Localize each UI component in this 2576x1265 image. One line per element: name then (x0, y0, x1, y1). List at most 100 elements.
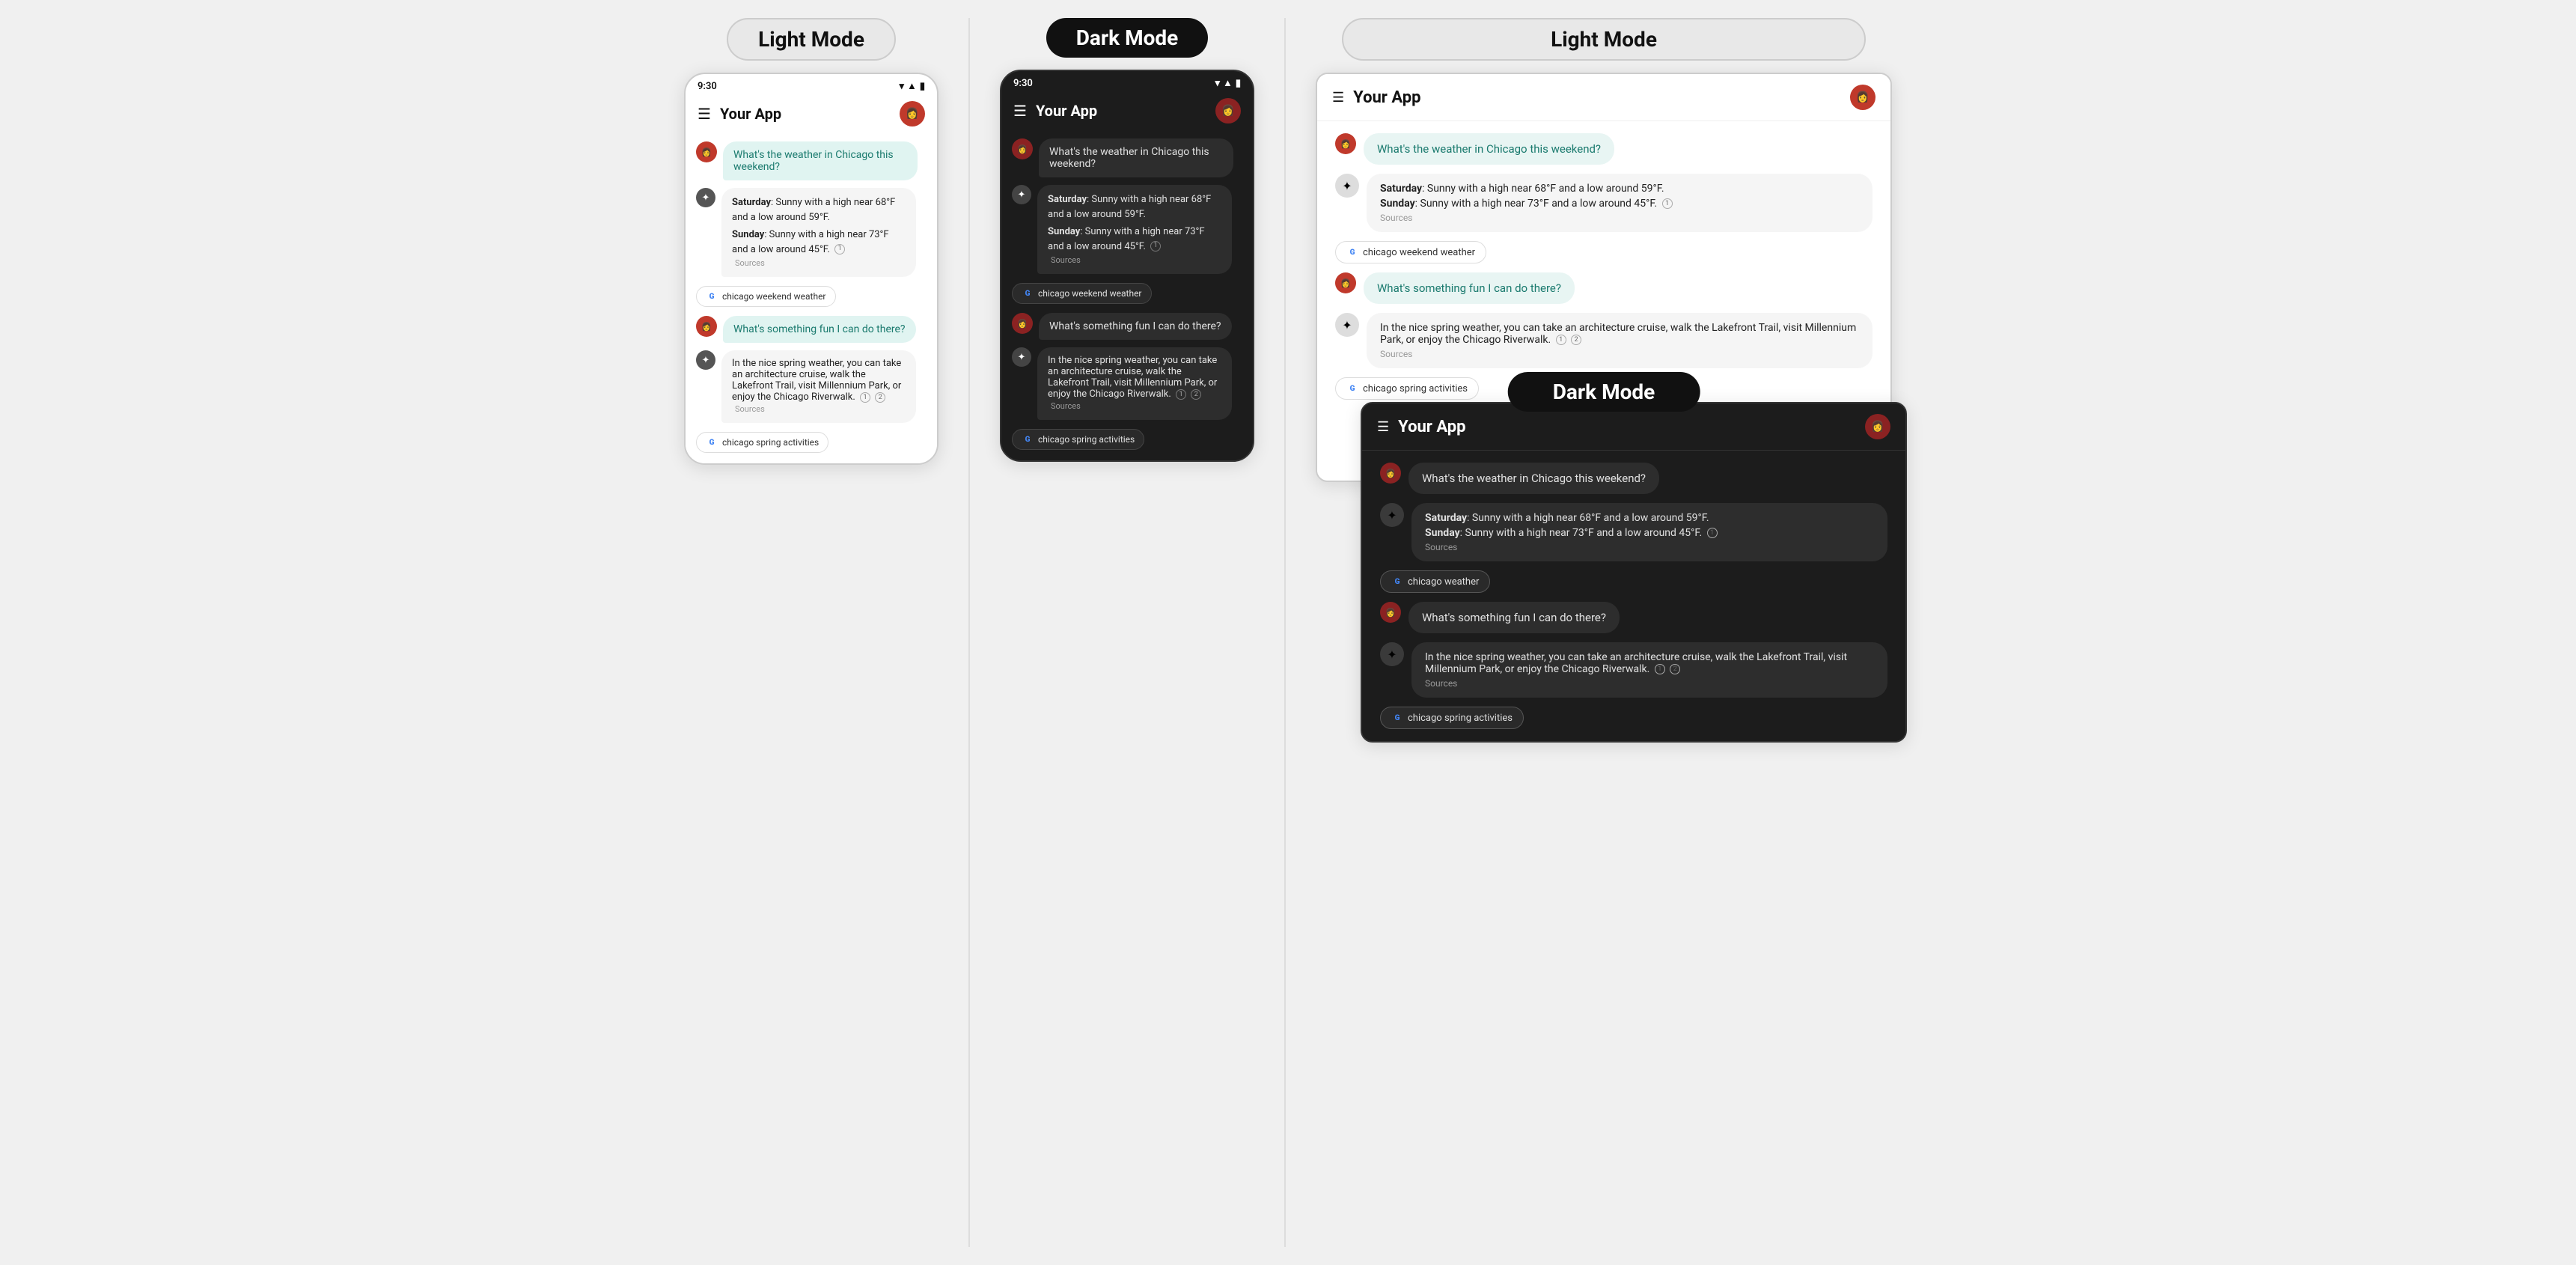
t-user-avatar-2: 👩 (1335, 272, 1356, 293)
ai-weather-row: ✦ Saturday: Sunny with a high near 68°F … (696, 188, 927, 277)
d-cite-1: 1 (1150, 241, 1161, 252)
td-chip-weather[interactable]: G chicago weather (1380, 570, 1490, 593)
d-user-message-1-row: 👩 What's the weather in Chicago this wee… (1012, 138, 1242, 177)
light-mode-phone-col: Light Mode 9:30 ▾ ▲ ▮ ☰ Your App 👩 👩 Wha… (684, 18, 938, 465)
t-sources-2: Sources (1380, 349, 1859, 359)
t-ai-activities-row: ✦ In the nice spring weather, you can ta… (1335, 313, 1873, 368)
td-ai-weather-row: ✦ Saturday: Sunny with a high near 68°F … (1380, 503, 1887, 561)
search-chip-weather[interactable]: G chicago weekend weather (696, 286, 836, 307)
td-sunday-label: Sunday (1425, 527, 1460, 539)
d-user-bubble-2: What's something fun I can do there? (1039, 313, 1232, 340)
ai-avatar-2: ✦ (696, 350, 715, 370)
d-search-chip-weather[interactable]: G chicago weekend weather (1012, 283, 1152, 304)
d-ai-weather-bubble: Saturday: Sunny with a high near 68°F an… (1037, 185, 1232, 274)
d-search-chip-activities[interactable]: G chicago spring activities (1012, 429, 1144, 450)
user-message-2-row: 👩 What's something fun I can do there? (696, 316, 927, 343)
t-chip-activities-light[interactable]: G chicago spring activities (1335, 377, 1479, 400)
td-activities-text: In the nice spring weather, you can take… (1425, 651, 1847, 675)
d-search-chip-row-2: G chicago spring activities (1012, 427, 1242, 451)
tablet-avatar-light[interactable]: 👩 (1850, 85, 1875, 110)
td-cite-3: 2 (1670, 664, 1680, 674)
wifi-icon-dark: ▾ (1215, 78, 1220, 89)
t-user-bubble-1: What's the weather in Chicago this weeke… (1364, 133, 1614, 165)
phone-status-bar-dark: 9:30 ▾ ▲ ▮ (1001, 71, 1253, 92)
t-user-bubble-2: What's something fun I can do there? (1364, 272, 1575, 304)
td-user-bubble-1: What's the weather in Chicago this weeke… (1408, 463, 1659, 494)
tablet-menu-icon[interactable]: ☰ (1332, 90, 1344, 106)
t-sources-1: Sources (1380, 213, 1859, 223)
cite-1: 1 (834, 244, 845, 254)
t-cite-1: 1 (1662, 198, 1673, 209)
tablet-avatar-dark[interactable]: 👩 (1865, 414, 1890, 439)
td-ai-icon-2: ✦ (1380, 642, 1404, 666)
chip-weather-label: chicago weekend weather (722, 291, 826, 302)
td-user-1-row: 👩 What's the weather in Chicago this wee… (1380, 463, 1887, 494)
td-cite-1: 1 (1707, 528, 1718, 538)
chat-area-dark: 👩 What's the weather in Chicago this wee… (1001, 129, 1253, 460)
avatar-dark[interactable]: 👩 (1215, 98, 1241, 124)
tablet-menu-icon-dark[interactable]: ☰ (1377, 419, 1389, 435)
light-mode-label-tablet: Light Mode (1342, 18, 1866, 61)
phone-status-bar: 9:30 ▾ ▲ ▮ (686, 74, 937, 95)
dark-mode-label-tablet: Dark Mode (1508, 372, 1700, 412)
d-ai-weather-row: ✦ Saturday: Sunny with a high near 68°F … (1012, 185, 1242, 274)
td-chip-activities[interactable]: G chicago spring activities (1380, 707, 1524, 729)
t-chip-weather[interactable]: G chicago weekend weather (1335, 241, 1486, 263)
t-user-2-row: 👩 What's something fun I can do there? (1335, 272, 1873, 304)
t-google-2: G (1346, 382, 1358, 394)
tablet-title-light: Your App (1353, 88, 1841, 107)
chip-activities-label: chicago spring activities (722, 437, 819, 448)
d-ai-avatar-1: ✦ (1012, 185, 1031, 204)
battery-icon: ▮ (920, 81, 925, 92)
cite-2: 1 (860, 392, 870, 403)
user-avatar-2: 👩 (696, 316, 717, 337)
sources-2: Sources (732, 403, 906, 415)
d-chip-activities-label: chicago spring activities (1038, 434, 1135, 445)
light-mode-label-phone: Light Mode (727, 18, 896, 61)
d-search-chip-row-1: G chicago weekend weather (1012, 281, 1242, 305)
td-chip-weather-label: chicago weather (1408, 576, 1479, 588)
phone-light: 9:30 ▾ ▲ ▮ ☰ Your App 👩 👩 What's the wea… (684, 73, 938, 465)
search-chip-activities[interactable]: G chicago spring activities (696, 432, 828, 453)
t-ai-icon-1: ✦ (1335, 174, 1359, 198)
d-sources-1: Sources (1048, 254, 1221, 266)
t-user-1-row: 👩 What's the weather in Chicago this wee… (1335, 133, 1873, 165)
td-ai-activities-row: ✦ In the nice spring weather, you can ta… (1380, 642, 1887, 698)
clock-dark: 9:30 (1013, 78, 1033, 89)
td-google-2: G (1391, 712, 1403, 724)
user-bubble-1: What's the weather in Chicago this weeke… (723, 141, 918, 180)
menu-icon[interactable]: ☰ (698, 105, 711, 123)
t-activities-text: In the nice spring weather, you can take… (1380, 322, 1856, 346)
menu-icon-dark[interactable]: ☰ (1013, 102, 1027, 120)
google-icon-2: G (706, 436, 718, 448)
dark-mode-phone-col: Dark Mode 9:30 ▾ ▲ ▮ ☰ Your App 👩 👩 What… (1000, 18, 1254, 462)
t-ai-weather-bubble: Saturday: Sunny with a high near 68°F an… (1367, 174, 1873, 232)
t-ai-icon-2: ✦ (1335, 313, 1359, 337)
battery-icon-dark: ▮ (1236, 78, 1241, 89)
d-ai-activities-row: ✦ In the nice spring weather, you can ta… (1012, 347, 1242, 420)
td-chip-activities-label: chicago spring activities (1408, 713, 1513, 724)
d-user-bubble-1: What's the weather in Chicago this weeke… (1039, 138, 1233, 177)
wifi-icon: ▾ (899, 81, 904, 92)
phone-toolbar-light: ☰ Your App 👩 (686, 95, 937, 132)
td-sunday-text: : Sunny with a high near 73°F and a low … (1460, 527, 1703, 539)
t-ai-activities-bubble: In the nice spring weather, you can take… (1367, 313, 1873, 368)
td-user-avatar-2: 👩 (1380, 602, 1401, 623)
d-google-icon-1: G (1022, 287, 1034, 299)
signal-icon: ▲ (907, 80, 917, 92)
tablet-dark: ☰ Your App 👩 👩 What's the weather in Chi… (1361, 402, 1907, 743)
divider-1 (968, 18, 970, 1247)
status-icons-dark: ▾ ▲ ▮ (1215, 77, 1241, 89)
t-sunday-text: : Sunny with a high near 73°F and a low … (1415, 198, 1658, 210)
avatar[interactable]: 👩 (900, 101, 925, 127)
tablet-toolbar-light: ☰ Your App 👩 (1317, 74, 1890, 121)
d-ai-activities-bubble: In the nice spring weather, you can take… (1037, 347, 1232, 420)
d-user-avatar-2: 👩 (1012, 313, 1033, 334)
t-saturday-label: Saturday (1380, 183, 1422, 195)
divider-2 (1284, 18, 1286, 1247)
td-saturday-text: : Sunny with a high near 68°F and a low … (1467, 512, 1709, 524)
app-title-dark: Your App (1036, 102, 1206, 120)
td-ai-activities-bubble: In the nice spring weather, you can take… (1411, 642, 1887, 698)
td-sources-2: Sources (1425, 678, 1874, 689)
saturday-label: Saturday (732, 197, 771, 208)
